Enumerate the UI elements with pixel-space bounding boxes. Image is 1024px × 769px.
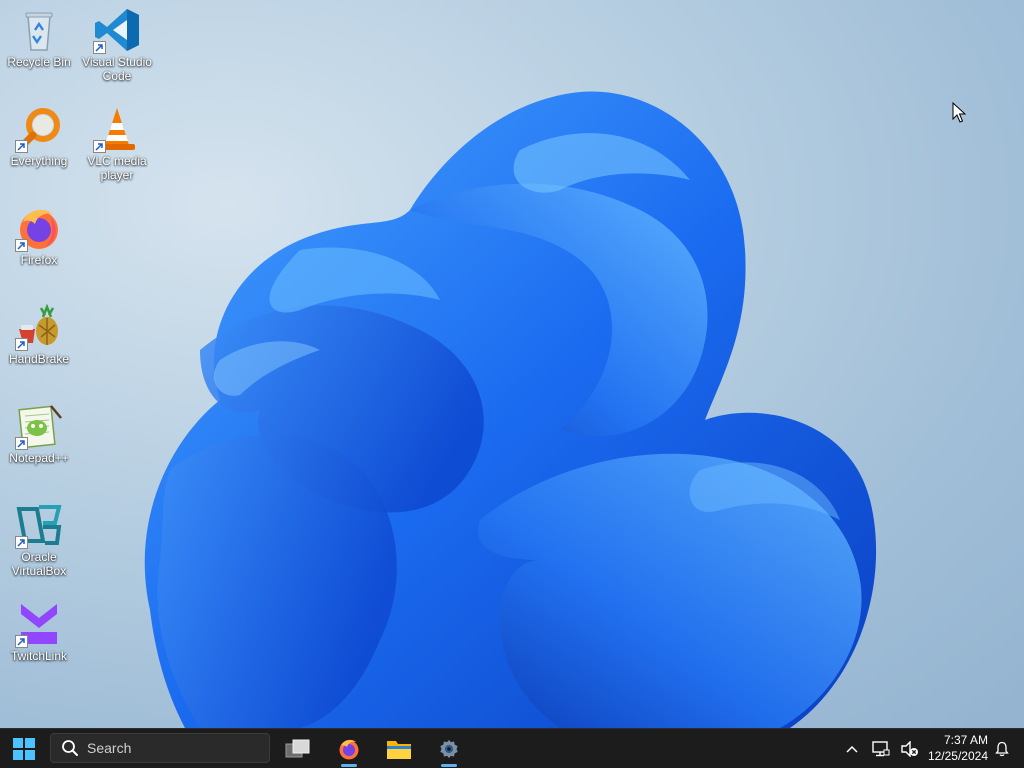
running-indicator	[441, 764, 457, 767]
handbrake-icon	[15, 303, 63, 351]
shortcut-arrow-icon	[15, 239, 28, 252]
settings-gear-icon	[440, 739, 458, 759]
desktop-icon-twitchlink[interactable]: TwitchLink	[0, 600, 78, 663]
clock-date: 12/25/2024	[927, 749, 988, 763]
desktop-icon-notepadpp[interactable]: Notepad++	[0, 402, 78, 465]
clock-time: 7:37 AM	[943, 733, 988, 747]
file-explorer-icon	[387, 741, 411, 759]
taskbar-task-view-button[interactable]	[278, 729, 318, 769]
desktop-icon-label: Firefox	[20, 253, 58, 267]
recycle-bin-icon	[15, 6, 63, 54]
taskbar: Search 7:37 AM 12/25/2024	[0, 728, 1024, 768]
desktop-icon-everything[interactable]: Everything	[0, 105, 78, 168]
task-view-icon	[285, 739, 310, 758]
taskbar-search-box[interactable]: Search	[50, 733, 270, 763]
shortcut-arrow-icon	[15, 635, 28, 648]
shortcut-arrow-icon	[93, 140, 106, 153]
tray-volume-button[interactable]	[899, 729, 921, 769]
desktop-icon-label: Recycle Bin	[7, 55, 71, 69]
tray-overflow-button[interactable]	[842, 729, 862, 769]
desktop-icon-recycle-bin[interactable]: Recycle Bin	[0, 6, 78, 69]
shortcut-arrow-icon	[15, 140, 28, 153]
taskbar-settings-button[interactable]	[429, 729, 469, 769]
firefox-icon	[15, 204, 63, 252]
desktop-icon-firefox[interactable]: Firefox	[0, 204, 78, 267]
network-ethernet-icon	[872, 741, 890, 757]
taskbar-firefox-button[interactable]	[329, 729, 369, 769]
desktop-icon-label: Oracle VirtualBox	[11, 550, 67, 578]
desktop-icon-vlc[interactable]: VLC media player	[78, 105, 156, 182]
tray-network-button[interactable]	[870, 729, 892, 769]
desktop-icon-label: Notepad++	[9, 451, 69, 465]
mouse-cursor-icon	[952, 102, 966, 123]
chevron-up-icon	[846, 745, 858, 753]
desktop[interactable]: Recycle Bin Visual Studio Code Everythin…	[0, 0, 1024, 728]
everything-search-icon	[15, 105, 63, 153]
desktop-icon-label: HandBrake	[8, 352, 70, 366]
desktop-icon-label: VLC media player	[87, 154, 147, 182]
notepadpp-icon	[15, 402, 63, 450]
desktop-icon-label: TwitchLink	[10, 649, 68, 663]
vlc-icon	[93, 105, 141, 153]
shortcut-arrow-icon	[93, 41, 106, 54]
start-button[interactable]	[4, 729, 44, 769]
search-icon	[62, 740, 78, 756]
firefox-icon	[339, 739, 359, 760]
windows-logo-icon	[13, 738, 35, 760]
shortcut-arrow-icon	[15, 437, 28, 450]
desktop-icon-virtualbox[interactable]: Oracle VirtualBox	[0, 501, 78, 578]
desktop-icon-label: Everything	[10, 154, 68, 168]
shortcut-arrow-icon	[15, 338, 28, 351]
vscode-icon	[93, 6, 141, 54]
volume-muted-icon	[901, 741, 918, 757]
notifications-button[interactable]	[992, 729, 1012, 769]
twitchlink-icon	[15, 600, 63, 648]
tray-clock[interactable]: 7:37 AM 12/25/2024	[928, 732, 988, 764]
running-indicator	[341, 764, 357, 767]
desktop-icon-handbrake[interactable]: HandBrake	[0, 303, 78, 366]
shortcut-arrow-icon	[15, 536, 28, 549]
search-placeholder: Search	[87, 740, 132, 756]
desktop-icon-vscode[interactable]: Visual Studio Code	[78, 6, 156, 83]
bell-icon	[995, 741, 1009, 757]
virtualbox-icon	[15, 501, 63, 549]
desktop-icon-label: Visual Studio Code	[82, 55, 152, 83]
taskbar-file-explorer-button[interactable]	[379, 729, 419, 769]
